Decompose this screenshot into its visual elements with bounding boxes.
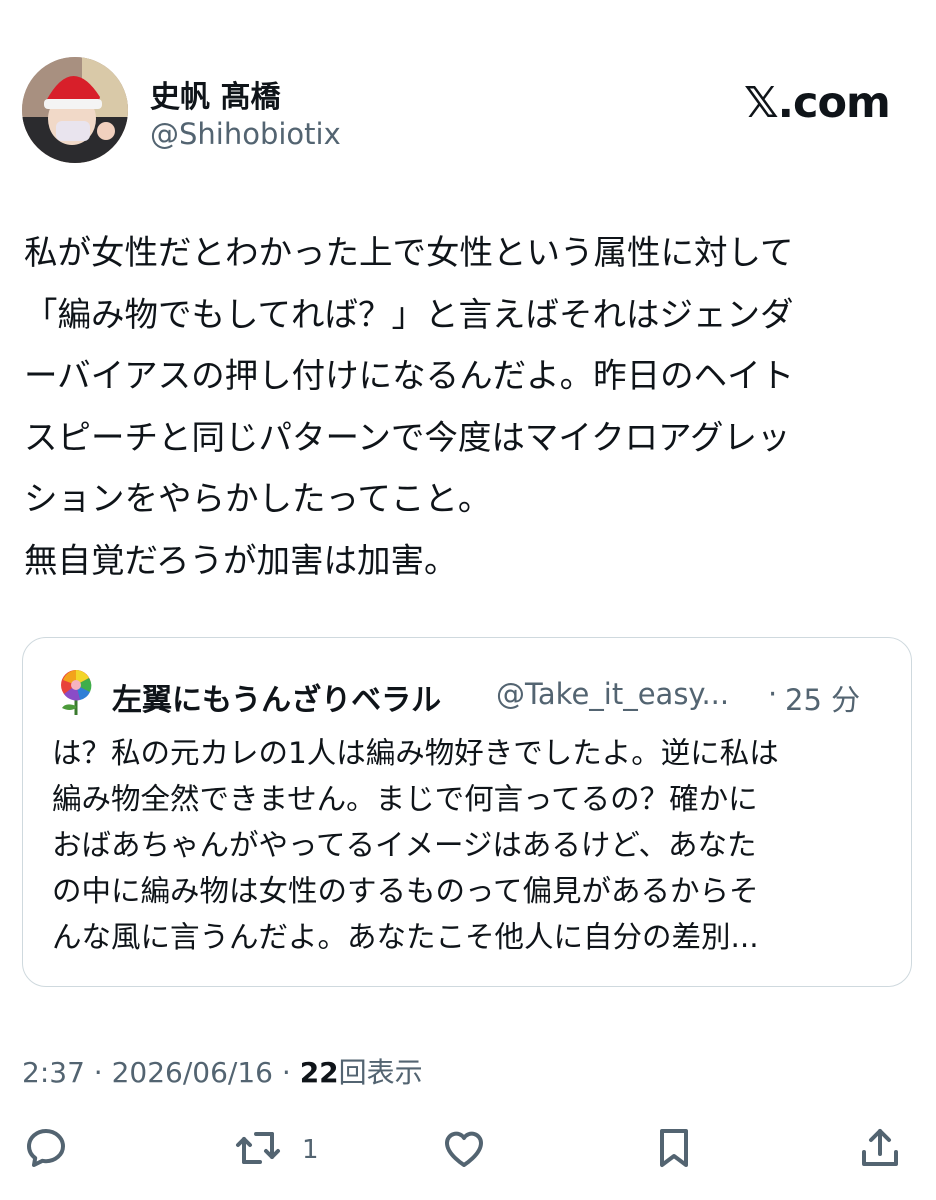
reply-icon [27, 1129, 65, 1167]
quoted-post-text: は？私の元カレの1人は編み物好きでしたよ。逆に私は 編み物全然できません。まじで… [52, 736, 779, 954]
author-display-name[interactable]: 史帆 髙橋 [150, 72, 280, 116]
retweet-count: 1 [302, 1135, 319, 1165]
post-text: 私が女性だとわかった上で女性という属性に対して 「編み物でもしてれば？」と言えば… [24, 233, 795, 580]
heart-icon [444, 1131, 484, 1167]
post-meta: 2:37 · 2026/06/16 · 22回表示 [22, 1051, 423, 1091]
views-count: 22 [299, 1056, 339, 1089]
like-button[interactable] [440, 1124, 488, 1172]
share-button[interactable] [856, 1124, 904, 1172]
author-handle[interactable]: @Shihobiotix [150, 117, 341, 151]
share-icon [862, 1129, 898, 1166]
reply-button[interactable] [22, 1124, 70, 1172]
author-avatar[interactable] [22, 57, 128, 163]
retweet-button[interactable] [234, 1124, 282, 1172]
quoted-separator: · [768, 677, 778, 711]
quoted-author-name[interactable]: 左翼にもうんざりベラル [112, 675, 441, 719]
quoted-timestamp[interactable]: 25 分 [785, 677, 860, 719]
bookmark-button[interactable] [650, 1124, 698, 1172]
bookmark-icon [660, 1129, 688, 1167]
rainbow-rose-icon [52, 668, 100, 716]
meta-separator: · [84, 1056, 112, 1089]
retweet-icon [236, 1132, 280, 1164]
profile-photo-avatar [22, 57, 128, 163]
views-label: 回表示 [338, 1056, 423, 1089]
meta-separator: · [272, 1056, 300, 1089]
post-time[interactable]: 2:37 [22, 1056, 85, 1089]
quoted-author-handle[interactable]: @Take_it_easy... [496, 677, 729, 711]
x-logo: 𝕏.com [744, 78, 891, 128]
post-date[interactable]: 2026/06/16 [112, 1056, 273, 1089]
